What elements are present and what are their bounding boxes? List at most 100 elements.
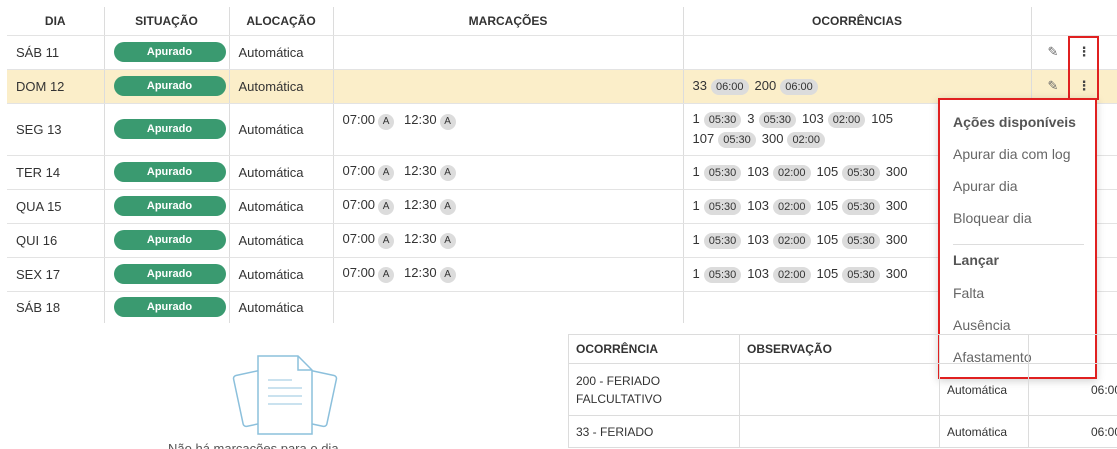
cell-marcacoes: 07:00 A 12:30 A [332, 257, 683, 292]
pencil-icon[interactable]: ✎ [1048, 78, 1059, 94]
punch-time: 07:00 [342, 111, 376, 127]
cell-dia: SEG 13 [7, 103, 104, 156]
punch-time: 12:30 [404, 111, 437, 127]
documents-icon [230, 350, 340, 443]
occurrence-time: 05:30 [703, 267, 742, 283]
col-header-alocacao[interactable]: ALOCAÇÃO [228, 7, 333, 36]
punch-time: 12:30 [404, 231, 437, 246]
occurrence-code: 107 [692, 131, 715, 146]
punch-entry: 12:30 A [404, 163, 456, 181]
punch-flag: A [378, 165, 395, 181]
cell-dia: SEX 17 [7, 257, 104, 292]
menu-item-apurar-dia-com-log[interactable]: Apurar dia com log [953, 146, 1071, 162]
cell-alocacao: Automática [228, 257, 333, 292]
punch-flag: A [378, 267, 395, 283]
punch-flag: A [439, 267, 456, 283]
menu-section-title-lancar: Lançar [953, 252, 999, 268]
detail-cell-horas: 06:00 [1028, 415, 1117, 448]
detail-cell-alocacao: Automática [939, 415, 1029, 448]
occurrence-time: 02:00 [772, 267, 811, 283]
status-badge: Apurado [113, 230, 226, 250]
occurrence-entry: 1 05:30 [693, 162, 742, 182]
punch-time: 07:00 [342, 197, 376, 212]
occurrence-entry: 105 05:30 [817, 230, 880, 250]
occurrence-entry: 105 05:30 [817, 196, 880, 216]
occurrence-code: 1 [692, 232, 700, 247]
detail-col-header-ocorrencia: OCORRÊNCIA [568, 334, 740, 364]
occurrence-entry: 103 02:00 [747, 264, 811, 284]
occurrence-entry: 3 05:30 [747, 109, 797, 129]
col-header-marcacoes[interactable]: MARCAÇÕES [332, 7, 683, 36]
punch-entry: 07:00 A [343, 265, 395, 283]
col-header-situacao[interactable]: SITUAÇÃO [103, 7, 229, 36]
punch-flag: A [439, 113, 456, 130]
occurrence-entry: 105 [871, 109, 893, 129]
col-header-actions [1030, 7, 1117, 36]
detail-cell-ocorrencia: 200 - FERIADO FALCULTATIVO [568, 363, 740, 416]
occurrence-time: 02:00 [772, 199, 811, 215]
cell-marcacoes [332, 69, 683, 104]
status-badge: Apurado [113, 297, 226, 318]
occurrence-detail-table: OCORRÊNCIA OBSERVAÇÃO 200 - FERIADO FALC… [568, 334, 1117, 448]
occurrence-time: 02:00 [772, 233, 811, 249]
occurrence-entry: 200 06:00 [755, 76, 818, 96]
detail-col-header-alocacao [939, 334, 1029, 364]
menu-item-ausencia[interactable]: Ausência [953, 317, 1011, 333]
occurrence-code: 300 [885, 198, 908, 213]
cell-alocacao: Automática [228, 103, 333, 156]
occurrence-entry: 300 [886, 264, 908, 284]
occurrence-time: 06:00 [780, 79, 818, 95]
status-badge: Apurado [113, 264, 226, 284]
occurrence-time: 05:30 [718, 132, 756, 148]
menu-item-apurar-dia[interactable]: Apurar dia [953, 178, 1018, 194]
detail-cell-alocacao: Automática [939, 363, 1029, 416]
detail-header-row: OCORRÊNCIA OBSERVAÇÃO [568, 334, 1117, 364]
occurrence-code: 103 [747, 164, 769, 179]
occurrence-time: 02:00 [827, 112, 866, 128]
table-header-row: DIA SITUAÇÃO ALOCAÇÃO MARCAÇÕES OCORRÊNC… [7, 7, 1117, 36]
occurrence-list: 1 05:30 3 05:30 103 02:00 105107 05:30 300 02:00 [693, 109, 933, 149]
status-badge: Apurado [113, 76, 226, 96]
menu-item-bloquear-dia[interactable]: Bloquear dia [953, 210, 1032, 226]
cell-alocacao: Automática [228, 223, 333, 258]
occurrence-entry: 1 05:30 [693, 230, 742, 250]
punch-time: 12:30 [404, 265, 437, 280]
punch-time: 12:30 [404, 163, 437, 178]
menu-item-falta[interactable]: Falta [953, 285, 984, 301]
detail-cell-observacao [739, 363, 940, 416]
occurrence-time: 02:00 [787, 132, 825, 148]
table-row[interactable]: SÁB 11 Apurado Automática ✎ ⋮ [7, 35, 1117, 70]
occurrence-code: 103 [802, 111, 824, 126]
occurrence-entry: 1 05:30 [693, 109, 742, 129]
col-header-ocorrencias[interactable]: OCORRÊNCIAS [682, 7, 1031, 36]
occurrence-time: 05:30 [842, 165, 880, 181]
cell-marcacoes: 07:00 A 12:30 A [332, 189, 683, 224]
occurrence-time: 05:30 [703, 112, 742, 128]
punch-time: 07:00 [342, 265, 376, 280]
cell-alocacao: Automática [228, 189, 333, 224]
punch-flag: A [378, 199, 395, 215]
punch-entry: 12:30 A [404, 265, 456, 283]
status-badge: Apurado [113, 162, 226, 182]
cell-alocacao: Automática [228, 291, 333, 323]
pencil-icon[interactable]: ✎ [1048, 44, 1059, 60]
status-badge: Apurado [113, 119, 226, 139]
punch-time: 12:30 [404, 197, 437, 212]
punch-entry: 12:30 A [404, 231, 456, 249]
cell-situacao: Apurado [103, 189, 229, 224]
occurrence-time: 05:30 [842, 233, 880, 249]
occurrence-code: 105 [816, 164, 839, 179]
punch-entry: 07:00 A [343, 163, 395, 181]
punch-entry: 12:30 A [404, 197, 456, 215]
cell-dia: DOM 12 [7, 69, 104, 104]
occurrence-code: 33 [692, 78, 707, 93]
menu-divider [953, 244, 1084, 245]
occurrence-code: 1 [692, 164, 700, 179]
menu-section-title-acoes: Ações disponíveis [953, 114, 1076, 130]
occurrence-time: 05:30 [758, 112, 797, 128]
occurrence-code: 300 [885, 164, 908, 179]
occurrence-code: 103 [747, 266, 769, 281]
occurrence-time: 05:30 [703, 199, 742, 215]
col-header-dia[interactable]: DIA [7, 7, 104, 36]
occurrence-entry: 103 02:00 [802, 109, 866, 129]
